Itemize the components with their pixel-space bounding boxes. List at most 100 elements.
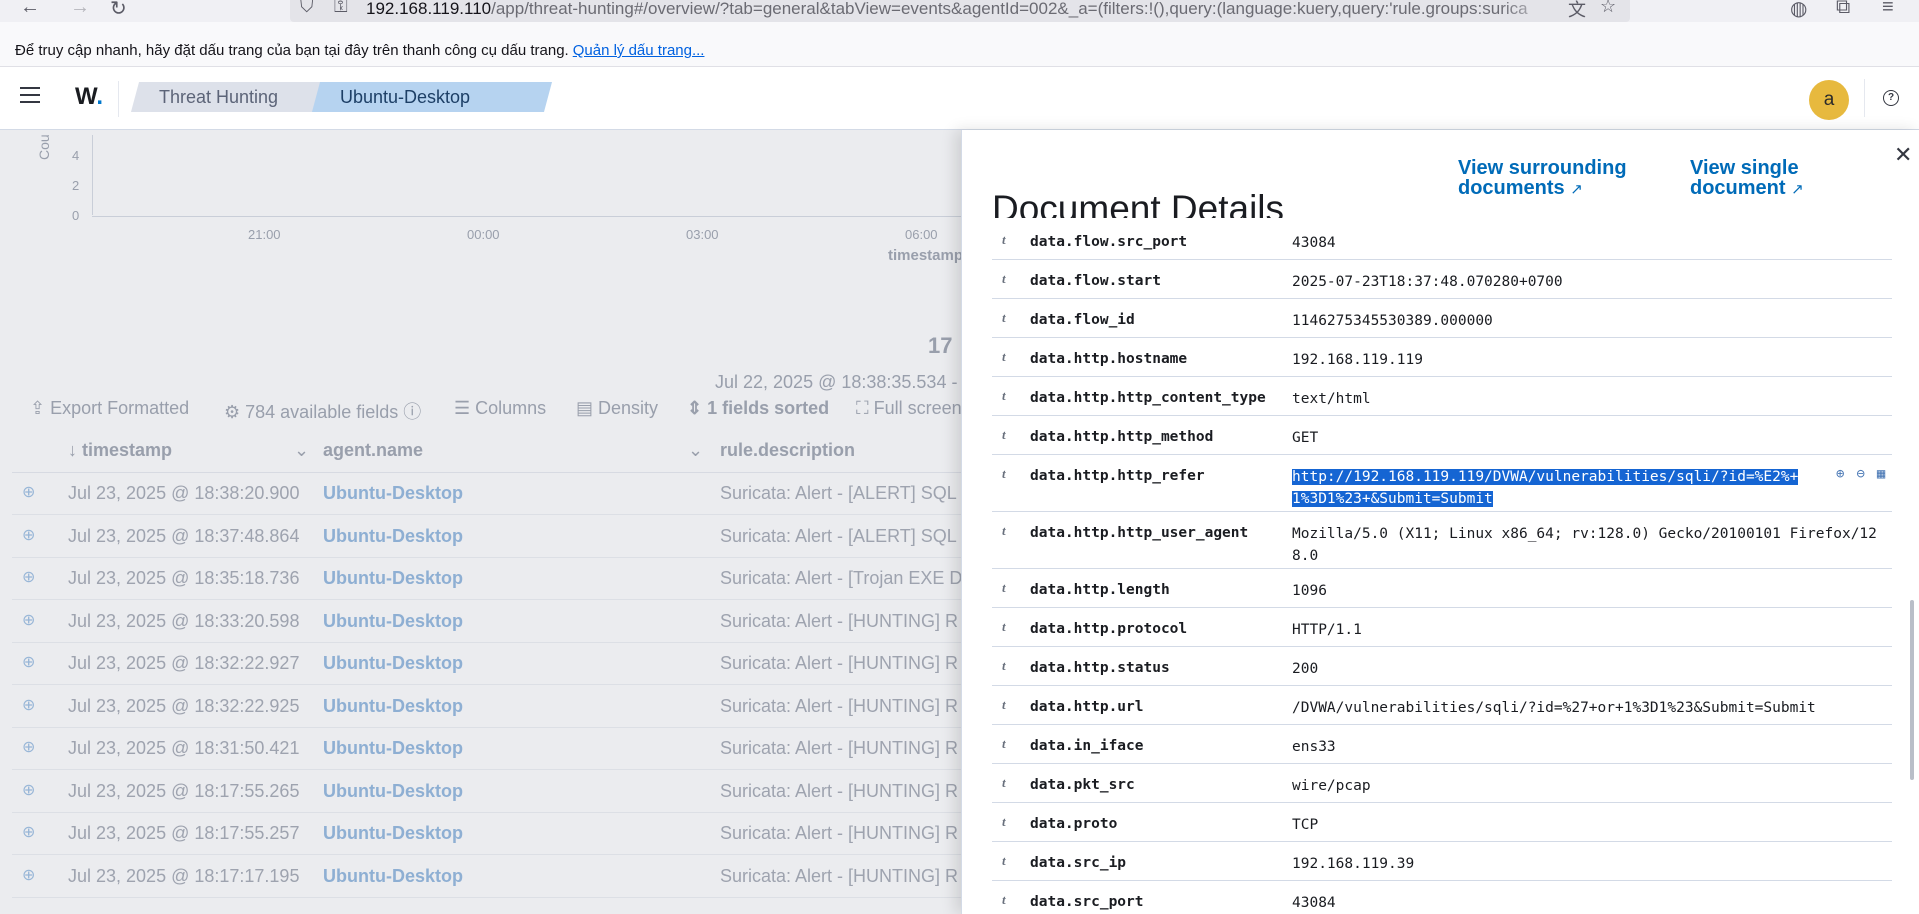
external-link-icon: ↗ <box>1791 181 1804 198</box>
field-value: Mozilla/5.0 (X11; Linux x86_64; rv:128.0… <box>1292 526 1877 564</box>
string-type-icon: t <box>1002 658 1006 673</box>
field-row: t data.http.status 200 <box>992 646 1892 686</box>
string-type-icon: t <box>1002 310 1006 325</box>
field-row: t data.http.http_refer http://192.168.119.… <box>992 454 1892 512</box>
field-row: t data.http.http_user_agent Mozilla/5.0 (X… <box>992 511 1892 569</box>
app-header: W. Threat Hunting Ubuntu-Desktop a ? <box>0 67 1919 130</box>
field-row: t data.in_iface ens33 <box>992 724 1892 764</box>
extensions-icon[interactable]: ⧉ <box>1836 0 1850 19</box>
close-icon[interactable]: ✕ <box>1894 142 1912 168</box>
field-name: data.proto <box>1030 816 1118 832</box>
forward-icon[interactable]: → <box>70 0 90 19</box>
field-name: data.http.length <box>1030 582 1170 598</box>
field-value: ens33 <box>1292 739 1336 755</box>
field-name: data.http.protocol <box>1030 621 1188 637</box>
header-divider <box>1864 79 1865 117</box>
url-text: 192.168.119.110/app/threat-hunting#/over… <box>366 0 1528 19</box>
help-icon[interactable]: ? <box>1883 90 1899 106</box>
string-type-icon: t <box>1002 523 1006 538</box>
bookmark-bar: Để truy cập nhanh, hãy đặt dấu trang của… <box>0 22 1919 67</box>
view-surrounding-documents-link[interactable]: View surrounding documents ↗ <box>1458 158 1627 200</box>
back-icon[interactable]: ← <box>20 0 40 19</box>
field-name: data.http.http_content_type <box>1030 390 1266 406</box>
avatar[interactable]: a <box>1809 80 1849 120</box>
toggle-column-icon[interactable]: ▦ <box>1877 466 1885 482</box>
field-row: t data.flow.src_port 43084 <box>992 220 1892 260</box>
reload-icon[interactable]: ↻ <box>110 0 127 21</box>
field-value[interactable]: http://192.168.119.119/DVWA/vulnerabilit… <box>1292 466 1807 510</box>
field-value: 2025-07-23T18:37:48.070280+0700 <box>1292 274 1563 290</box>
string-type-icon: t <box>1002 427 1006 442</box>
field-row: t data.http.http_method GET <box>992 415 1892 455</box>
field-value: 43084 <box>1292 895 1336 911</box>
link-line: document <box>1690 177 1786 199</box>
string-type-icon: t <box>1002 892 1006 907</box>
field-name: data.flow.start <box>1030 273 1161 289</box>
field-row: t data.src_ip 192.168.119.39 <box>992 841 1892 881</box>
string-type-icon: t <box>1002 736 1006 751</box>
string-type-icon: t <box>1002 775 1006 790</box>
field-row: t data.http.length 1096 <box>992 568 1892 608</box>
menu-icon[interactable]: ≡ <box>1882 0 1894 19</box>
string-type-icon: t <box>1002 232 1006 247</box>
breadcrumb-ubuntu-desktop[interactable]: Ubuntu-Desktop <box>311 82 553 112</box>
field-row: t data.src_port 43084 <box>992 880 1892 914</box>
url-bar[interactable]: ⛉ ⚿ 192.168.119.110/app/threat-hunting#/… <box>290 0 1630 22</box>
app-logo[interactable]: W. <box>75 83 103 111</box>
field-value: wire/pcap <box>1292 778 1371 794</box>
string-type-icon: t <box>1002 619 1006 634</box>
browser-toolbar: ← → ↻ ⛉ ⚿ 192.168.119.110/app/threat-hun… <box>0 0 1919 22</box>
hamburger-menu-icon[interactable] <box>20 87 40 108</box>
field-value: GET <box>1292 430 1319 446</box>
document-details-flyout: ✕ Document Details View surrounding docu… <box>961 130 1919 914</box>
field-value: text/html <box>1292 391 1371 407</box>
field-name: data.src_ip <box>1030 855 1127 871</box>
field-name: data.in_iface <box>1030 738 1144 754</box>
breadcrumb-label: Threat Hunting <box>159 87 279 107</box>
field-row: t data.flow.start 2025-07-23T18:37:48.0702… <box>992 259 1892 299</box>
field-row: t data.http.url/DVWA/vulnerabilities/sqli… <box>992 685 1892 725</box>
field-value: HTTP/1.1 <box>1292 622 1362 638</box>
shield-icon[interactable]: ⛉ <box>300 0 314 17</box>
lock-icon[interactable]: ⚿ <box>334 0 348 17</box>
url-path: /app/threat-hunting#/overview/?tab=gener… <box>491 0 1528 18</box>
field-value: 200 <box>1292 661 1319 677</box>
filter-in-icon[interactable]: ⊕ <box>1836 466 1844 482</box>
field-name: data.pkt_src <box>1030 777 1135 793</box>
field-name: data.http.http_refer <box>1030 468 1205 484</box>
string-type-icon: t <box>1002 814 1006 829</box>
string-type-icon: t <box>1002 388 1006 403</box>
view-single-document-link[interactable]: View single document ↗ <box>1690 158 1804 200</box>
field-row: t data.flow_id 1146275345530389.000000 <box>992 298 1892 338</box>
logo-letter: W <box>75 83 97 110</box>
star-icon[interactable]: ☆ <box>1600 0 1616 17</box>
scroll-top-edge <box>992 218 1892 224</box>
field-name: data.src_port <box>1030 894 1144 910</box>
field-row: t data.pkt_src wire/pcap <box>992 763 1892 803</box>
filter-out-icon[interactable]: ⊖ <box>1856 466 1864 482</box>
url-fade <box>1500 0 1560 22</box>
field-value: 43084 <box>1292 235 1336 251</box>
breadcrumb-threat-hunting[interactable]: Threat Hunting <box>130 82 328 112</box>
field-row: t data.http.http_content_type text/html <box>992 376 1892 416</box>
field-name: data.http.status <box>1030 660 1170 676</box>
field-value: 192.168.119.39 <box>1292 856 1415 872</box>
field-name: data.flow.src_port <box>1030 234 1188 250</box>
manage-bookmarks-link[interactable]: Quản lý dấu trang... <box>573 42 705 59</box>
account-icon[interactable]: ◍ <box>1790 0 1807 21</box>
field-value: 1096 <box>1292 583 1327 599</box>
translate-icon[interactable]: 文 <box>1568 0 1586 22</box>
header-divider <box>118 81 119 117</box>
field-actions: ⊕ ⊖ ▦ <box>1824 466 1885 482</box>
field-row: t data.http.hostname 192.168.119.119 <box>992 337 1892 377</box>
field-value: 1146275345530389.000000 <box>1292 313 1493 329</box>
bookmark-prompt: Để truy cập nhanh, hãy đặt dấu trang của… <box>15 42 704 59</box>
string-type-icon: t <box>1002 466 1006 481</box>
field-value: TCP <box>1292 817 1319 833</box>
external-link-icon: ↗ <box>1570 181 1583 198</box>
string-type-icon: t <box>1002 853 1006 868</box>
field-name: data.http.url <box>1030 699 1144 715</box>
field-name: data.flow_id <box>1030 312 1135 328</box>
flyout-scrollbar[interactable] <box>1910 600 1914 780</box>
modal-overlay[interactable] <box>0 130 961 914</box>
